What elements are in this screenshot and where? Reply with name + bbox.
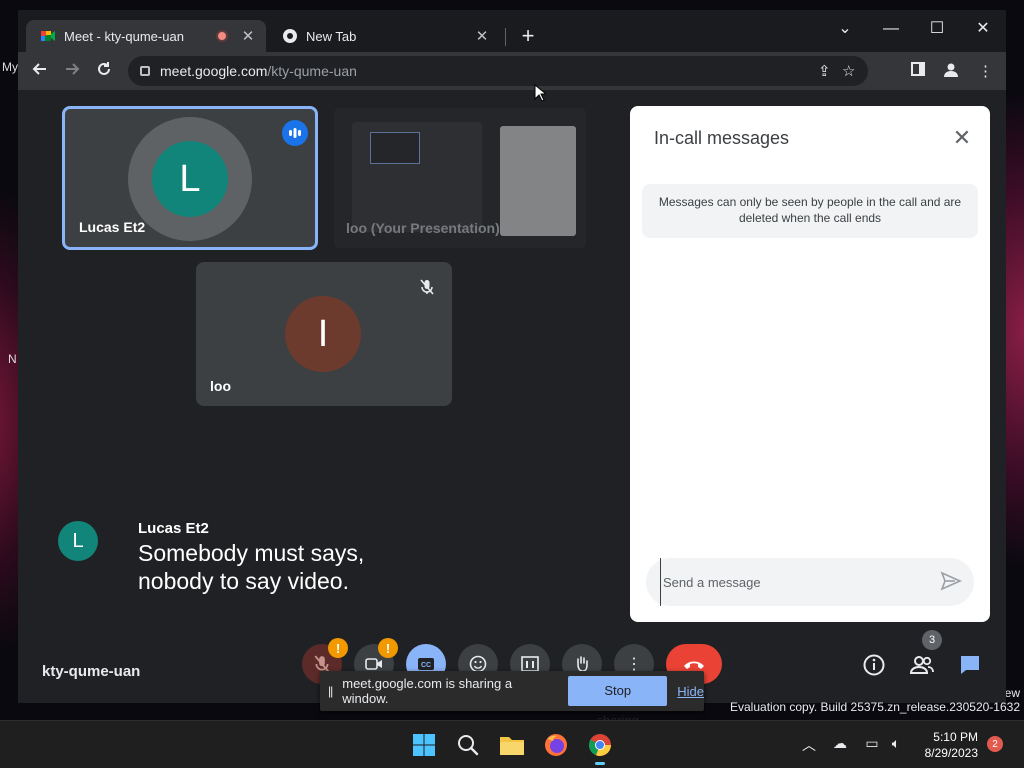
- clock[interactable]: 5:10 PM 8/29/2023: [912, 729, 978, 761]
- tab-title: New Tab: [306, 28, 357, 44]
- share-status-text: meet.google.com is sharing a window.: [342, 676, 513, 706]
- lock-icon[interactable]: [140, 66, 150, 76]
- stop-sharing-button[interactable]: Stop sharing: [568, 676, 668, 728]
- screen-share-banner: || meet.google.com is sharing a window. …: [320, 671, 704, 728]
- presentation-thumbnail-panel: [500, 126, 576, 236]
- url-path: /kty-qume-uan: [267, 63, 357, 79]
- caption-line: Somebody must says,: [138, 540, 365, 566]
- meeting-details-button[interactable]: [860, 651, 888, 679]
- url-host: meet.google.com: [160, 63, 268, 79]
- caption-avatar: L: [58, 521, 98, 561]
- recording-indicator-icon: [216, 30, 228, 42]
- tab-title: Meet - kty-qume-uan: [64, 28, 184, 44]
- meet-content: L Lucas Et2 loo (Your Presentation) I lo…: [18, 90, 1006, 703]
- close-window-button[interactable]: ✕: [960, 14, 1006, 44]
- chat-notice: Messages can only be seen by people in t…: [642, 184, 978, 238]
- participant-tile[interactable]: L Lucas Et2: [62, 106, 318, 250]
- tab-close-icon[interactable]: ✕: [472, 27, 492, 45]
- chrome-window: Meet - kty-qume-uan ✕ New Tab ✕ + ⌄ — ☐ …: [18, 10, 1006, 703]
- tab-close-icon[interactable]: ✕: [238, 27, 258, 45]
- desktop-text-fragment: ew: [1004, 686, 1020, 700]
- message-box: [646, 558, 974, 606]
- onedrive-offline-icon[interactable]: ☁: [830, 735, 850, 752]
- camera-warning-icon: !: [378, 638, 398, 658]
- participant-tile[interactable]: I loo: [196, 262, 452, 406]
- browser-toolbar: meet.google.com/kty-qume-uan ⇪ ☆ ⋮: [18, 52, 1006, 90]
- avatar: L: [152, 141, 228, 217]
- volume-icon[interactable]: 🔈︎: [886, 735, 906, 752]
- maximize-button[interactable]: ☐: [914, 14, 960, 44]
- side-panel-icon[interactable]: [911, 62, 925, 80]
- new-tab-button[interactable]: +: [516, 23, 540, 49]
- live-caption: L Lucas Et2 Somebody must says, nobody t…: [58, 520, 618, 610]
- mic-warning-icon: !: [328, 638, 348, 658]
- chrome-taskbar-icon[interactable]: [584, 729, 616, 765]
- in-call-messages-panel: In-call messages ✕ Messages can only be …: [630, 106, 990, 622]
- tab-search-button[interactable]: ⌄: [822, 14, 868, 44]
- profile-icon[interactable]: [943, 62, 959, 82]
- participant-name: Lucas Et2: [79, 219, 146, 235]
- chat-button[interactable]: [956, 651, 984, 679]
- desktop-icon-label[interactable]: N: [8, 352, 17, 366]
- bookmark-star-icon[interactable]: ☆: [842, 62, 855, 80]
- tab-divider: [505, 28, 506, 46]
- message-input[interactable]: [660, 558, 930, 606]
- share-icon[interactable]: ⇪: [818, 62, 831, 80]
- avatar: I: [285, 296, 361, 372]
- presentation-tile[interactable]: loo (Your Presentation): [334, 108, 586, 248]
- reload-icon[interactable]: [91, 58, 117, 84]
- tab-meet[interactable]: Meet - kty-qume-uan ✕: [26, 20, 266, 52]
- mic-muted-icon: [414, 274, 440, 300]
- forward-arrow-icon[interactable]: [59, 58, 85, 84]
- clock-date: 8/29/2023: [924, 746, 978, 760]
- network-icon[interactable]: ▭: [862, 735, 882, 752]
- tab-new-tab[interactable]: New Tab ✕: [268, 20, 500, 52]
- participant-name: loo (Your Presentation): [346, 220, 500, 236]
- participant-name: loo: [210, 378, 231, 394]
- minimize-button[interactable]: —: [868, 14, 914, 44]
- desktop-icon-label[interactable]: My: [2, 60, 18, 74]
- hide-banner-link[interactable]: Hide: [677, 684, 704, 699]
- start-button[interactable]: [408, 729, 440, 761]
- more-menu-icon[interactable]: ⋮: [978, 62, 993, 80]
- evaluation-watermark: Evaluation copy. Build 25375.zn_release.…: [730, 700, 1020, 714]
- presentation-thumbnail-tile: [370, 132, 420, 164]
- firefox-icon[interactable]: [540, 729, 572, 761]
- chrome-favicon-icon: [282, 28, 298, 44]
- show-hidden-icons-icon[interactable]: ︿: [799, 735, 819, 755]
- caption-line: nobody to say video.: [138, 568, 349, 594]
- caption-speaker: Lucas Et2: [138, 520, 209, 537]
- taskbar: ︿ ☁ ▭ 🔈︎ 5:10 PM 8/29/2023 2: [0, 720, 1024, 768]
- meet-favicon-icon: [40, 28, 56, 44]
- participant-count-badge: 3: [922, 630, 942, 650]
- clock-time: 5:10 PM: [933, 730, 978, 744]
- send-icon[interactable]: [940, 570, 962, 597]
- notification-badge[interactable]: 2: [987, 736, 1003, 752]
- drag-handle[interactable]: ||: [328, 684, 333, 698]
- back-arrow-icon[interactable]: [27, 58, 53, 84]
- search-icon[interactable]: [452, 729, 484, 761]
- address-bar[interactable]: meet.google.com/kty-qume-uan ⇪ ☆: [128, 56, 868, 86]
- meeting-code: kty-qume-uan: [42, 663, 141, 680]
- file-explorer-icon[interactable]: [496, 729, 528, 761]
- audio-level-icon: [282, 120, 308, 146]
- tab-strip: Meet - kty-qume-uan ✕ New Tab ✕ + ⌄ — ☐ …: [18, 10, 1006, 52]
- mouse-pointer-icon: [534, 83, 548, 107]
- svg-text:CC: CC: [421, 662, 431, 669]
- close-icon[interactable]: ✕: [948, 124, 976, 152]
- people-button[interactable]: [908, 651, 936, 679]
- panel-title: In-call messages: [654, 128, 790, 148]
